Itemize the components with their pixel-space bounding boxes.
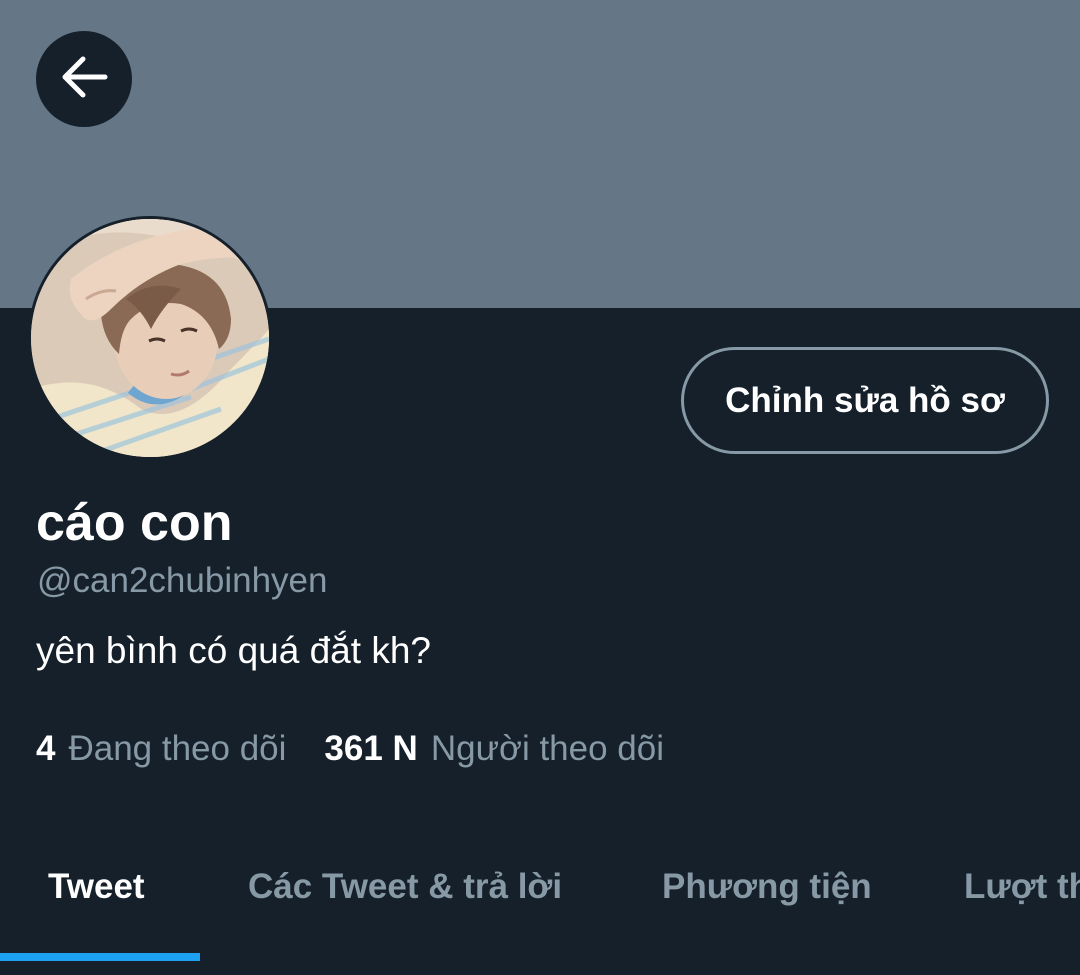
edit-profile-label: Chỉnh sửa hồ sơ (725, 380, 1005, 420)
tab-tweets-and-replies[interactable]: Các Tweet & trả lời (248, 865, 562, 909)
arrow-left-icon (59, 55, 109, 104)
profile-bio: yên bình có quá đắt kh? (36, 630, 431, 671)
following-label: Đang theo dõi (68, 729, 287, 768)
follow-stats: 4 Đang theo dõi 361 N Người theo dõi (36, 728, 664, 770)
followers-count: 361 N (324, 729, 418, 768)
avatar-photo (31, 219, 269, 457)
edit-profile-button[interactable]: Chỉnh sửa hồ sơ (681, 347, 1049, 454)
profile-page: Chỉnh sửa hồ sơ cáo con @can2chubinhyen … (0, 0, 1080, 975)
tab-likes[interactable]: Lượt thích (964, 865, 1080, 909)
followers-stat[interactable]: 361 N Người theo dõi (324, 728, 664, 770)
following-count: 4 (36, 729, 56, 768)
tab-tweets[interactable]: Tweet (48, 865, 145, 909)
display-name: cáo con (36, 494, 233, 552)
following-stat[interactable]: 4 Đang theo dõi (36, 728, 286, 770)
back-button[interactable] (36, 31, 132, 127)
username-handle: @can2chubinhyen (37, 561, 328, 600)
profile-tabs: Tweet Các Tweet & trả lời Phương tiện Lư… (0, 845, 1080, 975)
avatar[interactable] (28, 216, 272, 460)
active-tab-indicator (0, 953, 200, 961)
followers-label: Người theo dõi (430, 729, 665, 768)
tab-media[interactable]: Phương tiện (662, 865, 872, 909)
